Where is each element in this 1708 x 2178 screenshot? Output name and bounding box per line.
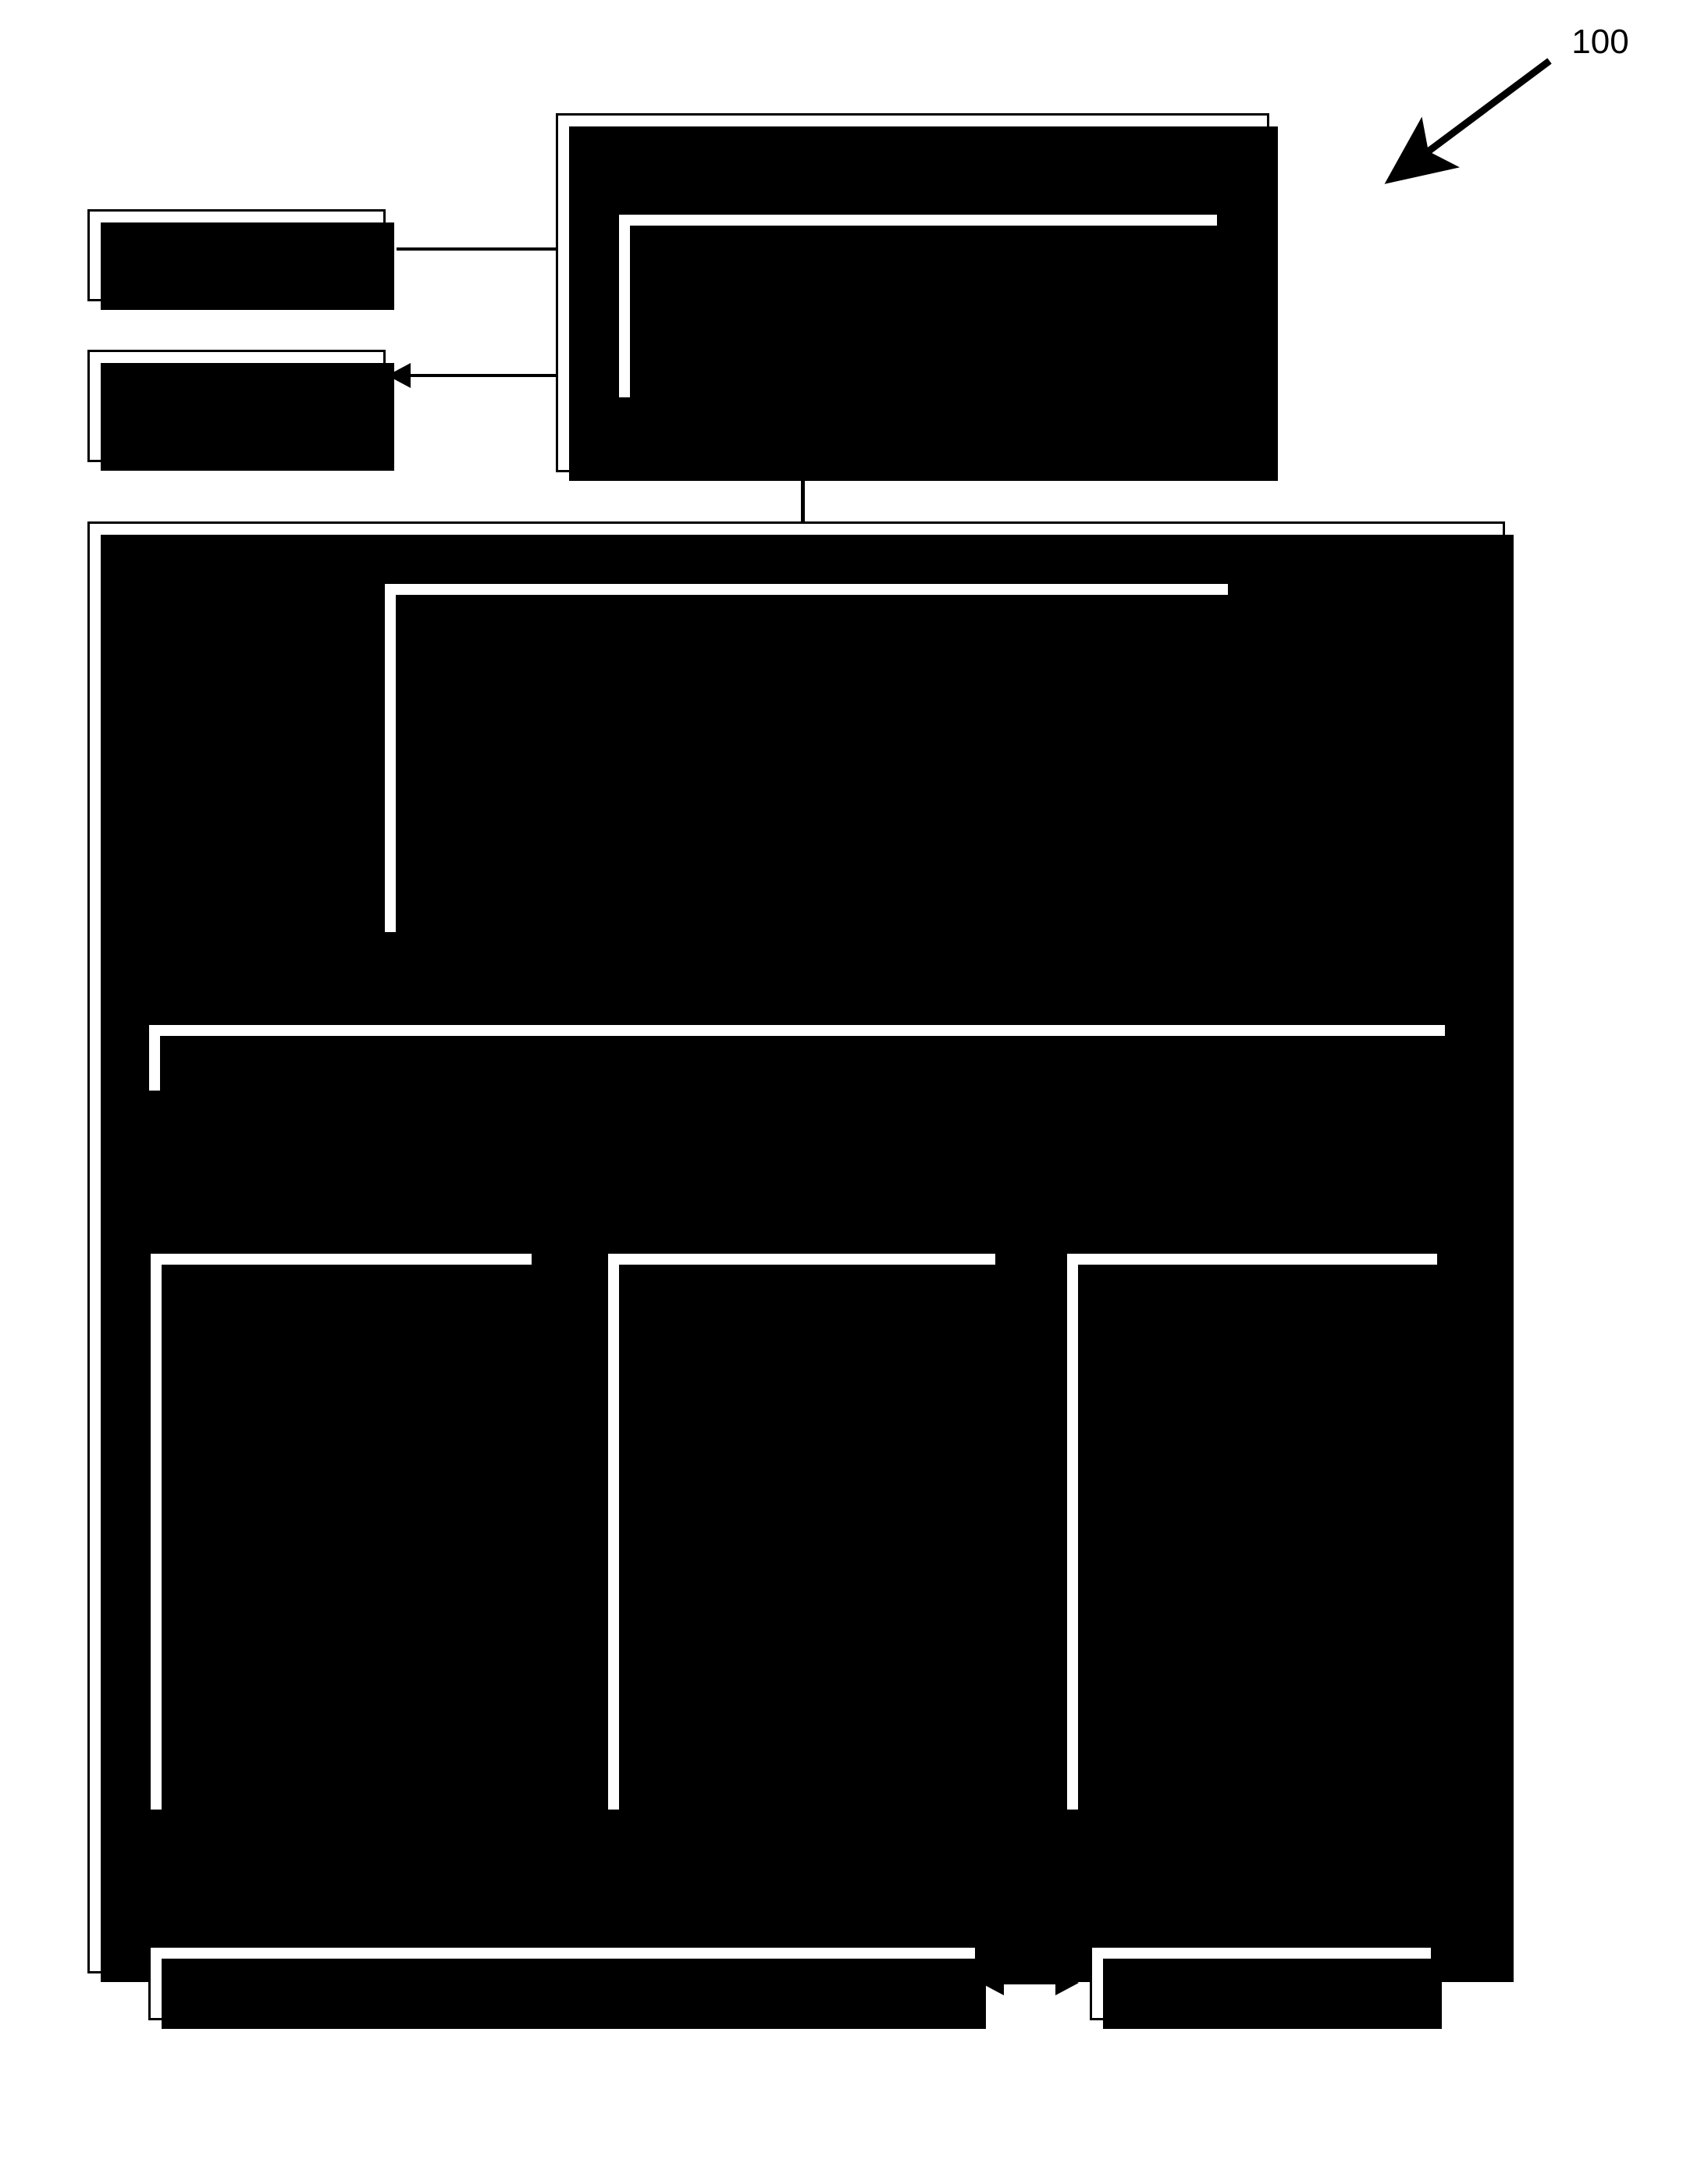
figure-reference-numeral: 100	[1571, 23, 1629, 61]
input-data-box	[87, 209, 394, 310]
general-dsps-group-box	[606, 1251, 1006, 1820]
task-scheduler-box	[147, 1023, 1456, 1101]
embedded-processor-group-box	[1065, 1251, 1448, 1820]
dma-controller-box	[148, 1945, 986, 2029]
patent-figure-100: 100 Upper Sub-System 110 Application 115…	[0, 0, 1708, 2178]
figure-pointer-arrow	[1384, 58, 1552, 184]
application-box	[617, 212, 1228, 408]
output-data-box	[87, 350, 394, 471]
processor-box	[383, 582, 1239, 943]
custom-dsps-group-box	[148, 1251, 543, 1820]
memory-box	[1090, 1945, 1442, 2029]
